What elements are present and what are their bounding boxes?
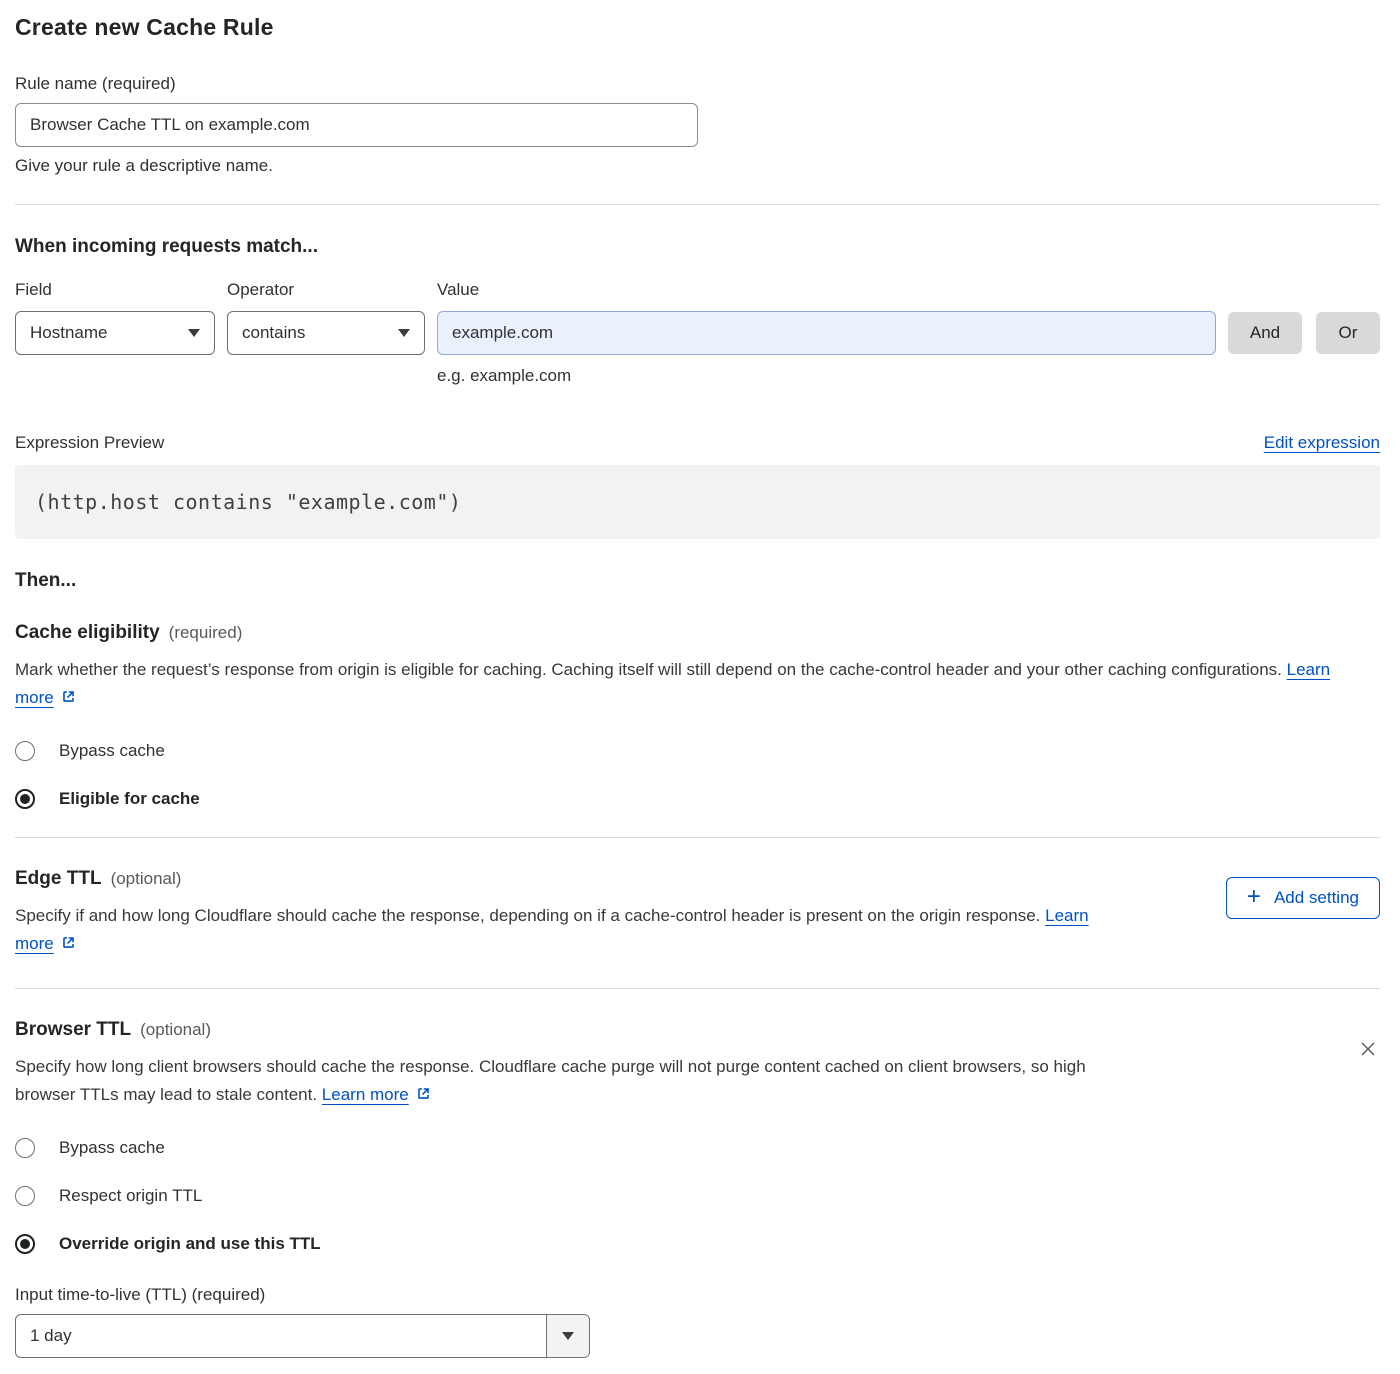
cache-eligibility-qualifier: (required) bbox=[169, 623, 243, 643]
chevron-down-icon bbox=[398, 329, 410, 337]
browser-ttl-description-text: Specify how long client browsers should … bbox=[15, 1057, 1086, 1104]
edge-ttl-description: Specify if and how long Cloudflare shoul… bbox=[15, 902, 1120, 960]
ttl-select-value: 1 day bbox=[16, 1315, 546, 1357]
radio-label: Bypass cache bbox=[59, 741, 165, 761]
operator-select[interactable]: contains bbox=[227, 311, 425, 355]
match-heading: When incoming requests match... bbox=[15, 236, 1380, 258]
expression-preview-label: Expression Preview bbox=[15, 433, 164, 453]
expression-code-block: (http.host contains "example.com") bbox=[15, 465, 1380, 539]
external-link-icon bbox=[60, 932, 77, 960]
cache-eligibility-options: Bypass cache Eligible for cache bbox=[15, 741, 1380, 809]
radio-override-origin-ttl[interactable]: Override origin and use this TTL bbox=[15, 1234, 1380, 1254]
divider bbox=[15, 837, 1380, 838]
create-cache-rule-form: Create new Cache Rule Rule name (require… bbox=[0, 0, 1400, 1374]
ttl-select[interactable]: 1 day bbox=[15, 1314, 590, 1358]
browser-ttl-section: Browser TTL (optional) Specify how long … bbox=[15, 1019, 1380, 1358]
divider bbox=[15, 204, 1380, 205]
value-help: e.g. example.com bbox=[437, 366, 1380, 386]
value-label: Value bbox=[437, 280, 1216, 300]
cache-eligibility-description-text: Mark whether the request’s response from… bbox=[15, 660, 1282, 679]
rule-name-input[interactable]: Browser Cache TTL on example.com bbox=[15, 103, 698, 147]
radio-label: Override origin and use this TTL bbox=[59, 1234, 321, 1254]
field-column: Field Hostname bbox=[15, 280, 215, 355]
edge-ttl-description-text: Specify if and how long Cloudflare shoul… bbox=[15, 906, 1040, 925]
operator-label: Operator bbox=[227, 280, 425, 300]
ttl-input-group: Input time-to-live (TTL) (required) 1 da… bbox=[15, 1285, 1380, 1358]
plus-icon: + bbox=[1247, 885, 1261, 909]
add-setting-label: Add setting bbox=[1274, 888, 1359, 908]
cache-eligibility-title-row: Cache eligibility (required) bbox=[15, 622, 1380, 644]
close-icon[interactable] bbox=[1356, 1037, 1380, 1064]
radio-label: Eligible for cache bbox=[59, 789, 200, 809]
cache-eligibility-description: Mark whether the request’s response from… bbox=[15, 656, 1360, 714]
rule-name-value: Browser Cache TTL on example.com bbox=[30, 115, 310, 135]
and-button[interactable]: And bbox=[1228, 312, 1302, 354]
edit-expression-link[interactable]: Edit expression bbox=[1264, 433, 1380, 453]
radio-respect-origin-ttl[interactable]: Respect origin TTL bbox=[15, 1186, 1380, 1206]
match-condition-row: Field Hostname Operator contains Value e… bbox=[15, 280, 1380, 355]
edge-ttl-section: Edge TTL (optional) + Add setting Specif… bbox=[15, 868, 1380, 960]
cache-eligibility-title: Cache eligibility bbox=[15, 622, 160, 644]
browser-ttl-title-row: Browser TTL (optional) bbox=[15, 1019, 1380, 1041]
external-link-icon bbox=[60, 686, 77, 714]
operator-select-value: contains bbox=[242, 323, 305, 343]
radio-icon bbox=[15, 789, 35, 809]
add-setting-button[interactable]: + Add setting bbox=[1226, 877, 1380, 919]
radio-bypass-cache[interactable]: Bypass cache bbox=[15, 741, 1380, 761]
chevron-down-icon bbox=[188, 329, 200, 337]
cache-eligibility-section: Cache eligibility (required) Mark whethe… bbox=[15, 622, 1380, 809]
or-button[interactable]: Or bbox=[1316, 312, 1380, 354]
field-select-value: Hostname bbox=[30, 323, 107, 343]
external-link-icon bbox=[415, 1083, 432, 1111]
chevron-down-icon bbox=[546, 1315, 589, 1357]
value-input[interactable]: example.com bbox=[437, 311, 1216, 355]
radio-icon bbox=[15, 1234, 35, 1254]
rule-name-help: Give your rule a descriptive name. bbox=[15, 156, 1380, 176]
edge-ttl-title-row: Edge TTL (optional) bbox=[15, 868, 1380, 890]
edge-ttl-title: Edge TTL bbox=[15, 868, 102, 890]
browser-ttl-description: Specify how long client browsers should … bbox=[15, 1053, 1105, 1111]
radio-icon bbox=[15, 1186, 35, 1206]
rule-name-group: Rule name (required) Browser Cache TTL o… bbox=[15, 74, 1380, 176]
field-select[interactable]: Hostname bbox=[15, 311, 215, 355]
radio-icon bbox=[15, 741, 35, 761]
rule-name-label: Rule name (required) bbox=[15, 74, 1380, 94]
value-input-value: example.com bbox=[452, 323, 553, 343]
expression-header: Expression Preview Edit expression bbox=[15, 433, 1380, 453]
radio-eligible-for-cache[interactable]: Eligible for cache bbox=[15, 789, 1380, 809]
radio-bypass-cache[interactable]: Bypass cache bbox=[15, 1138, 1380, 1158]
radio-label: Bypass cache bbox=[59, 1138, 165, 1158]
value-column: Value example.com bbox=[437, 280, 1216, 355]
field-label: Field bbox=[15, 280, 215, 300]
operator-column: Operator contains bbox=[227, 280, 425, 355]
edge-ttl-qualifier: (optional) bbox=[111, 869, 182, 889]
radio-label: Respect origin TTL bbox=[59, 1186, 202, 1206]
page-title: Create new Cache Rule bbox=[15, 14, 1380, 41]
radio-icon bbox=[15, 1138, 35, 1158]
then-heading: Then... bbox=[15, 570, 1380, 592]
ttl-label: Input time-to-live (TTL) (required) bbox=[15, 1285, 1380, 1305]
browser-ttl-qualifier: (optional) bbox=[140, 1020, 211, 1040]
browser-ttl-title: Browser TTL bbox=[15, 1019, 131, 1041]
browser-ttl-options: Bypass cache Respect origin TTL Override… bbox=[15, 1138, 1380, 1254]
divider bbox=[15, 988, 1380, 989]
browser-ttl-learn-more-link[interactable]: Learn more bbox=[322, 1085, 409, 1104]
